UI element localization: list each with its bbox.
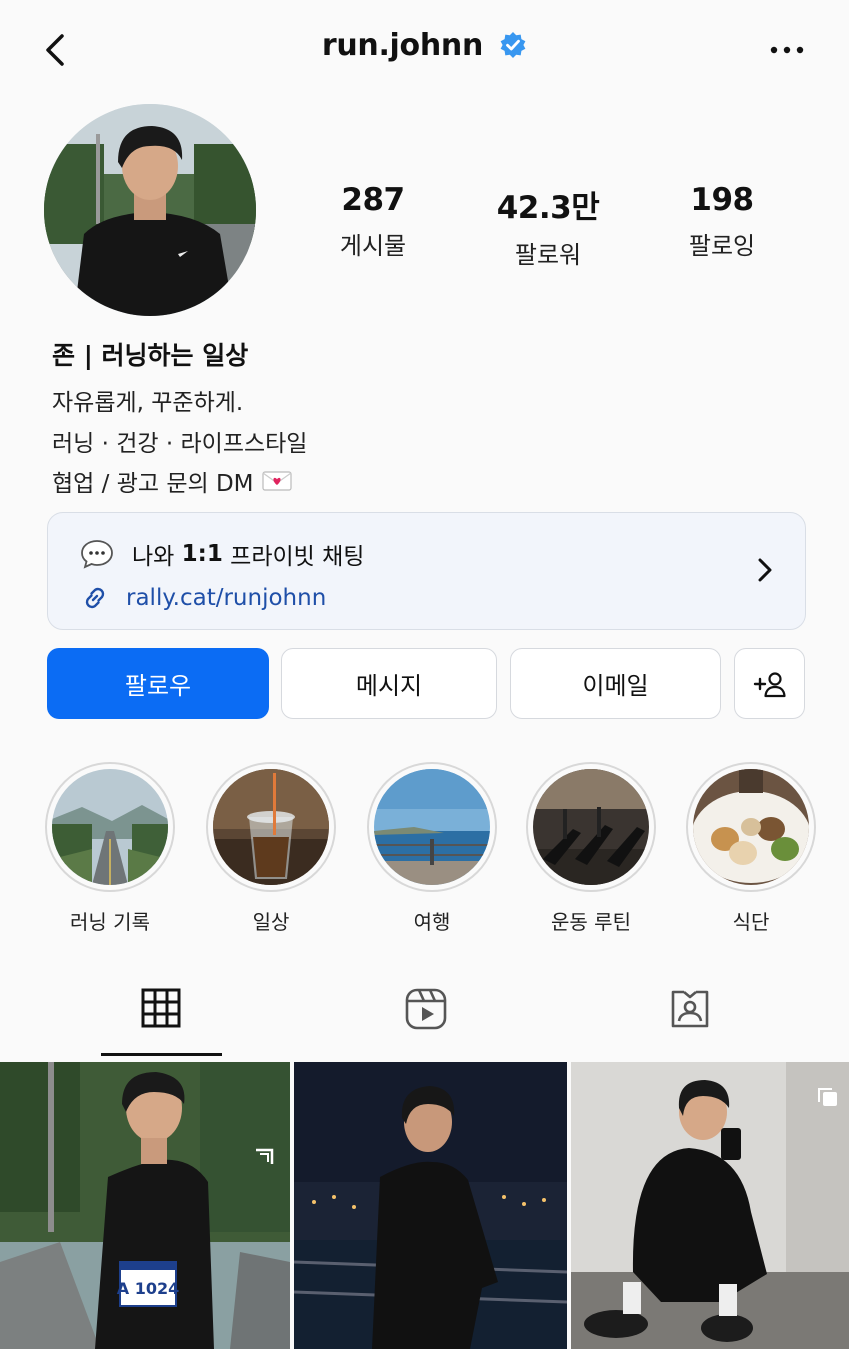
bio-line-2: 러닝 · 건강 · 라이프스타일 bbox=[52, 431, 308, 457]
highlight-label: 일상 bbox=[252, 910, 290, 934]
post-tile[interactable] bbox=[294, 1062, 567, 1349]
profile-link-url: rally.cat/runjohnn bbox=[126, 585, 327, 611]
following-label: 팔로잉 bbox=[688, 232, 756, 260]
email-button[interactable]: 이메일 bbox=[510, 648, 721, 719]
chat-prefix: 나와 bbox=[132, 544, 182, 570]
link-card[interactable]: 나와 1:1 프라이빗 채팅 rally.cat/runjohnn bbox=[47, 512, 806, 630]
follow-button[interactable]: 팔로우 bbox=[47, 648, 269, 719]
highlight-running[interactable]: 러닝 기록 bbox=[45, 762, 175, 935]
chevron-right-icon bbox=[758, 558, 772, 582]
profile-avatar[interactable] bbox=[44, 104, 256, 316]
link-icon bbox=[85, 587, 105, 609]
stat-followers[interactable]: 42.3만 팔로워 bbox=[473, 182, 623, 270]
top-bar: run.johnn bbox=[0, 0, 849, 100]
bio-line-3-text: 협업 / 광고 문의 DM bbox=[52, 471, 254, 497]
stat-posts[interactable]: 287 게시물 bbox=[298, 182, 448, 261]
highlight-ring bbox=[45, 762, 175, 892]
highlight-cover bbox=[693, 769, 809, 885]
post-photo bbox=[571, 1062, 849, 1349]
tagged-icon bbox=[671, 990, 709, 1028]
highlight-cover bbox=[374, 769, 490, 885]
post-tile[interactable]: A 1024 bbox=[0, 1062, 290, 1349]
race-bib-number: A 1024 bbox=[117, 1279, 179, 1298]
profile-link[interactable]: rally.cat/runjohnn bbox=[80, 583, 326, 613]
followers-label: 팔로워 bbox=[514, 241, 582, 269]
tab-reels[interactable] bbox=[366, 988, 486, 1060]
private-chat-line: 나와 1:1 프라이빗 채팅 bbox=[80, 537, 364, 571]
highlight-ring bbox=[206, 762, 336, 892]
grid-icon bbox=[141, 988, 181, 1028]
more-dots-icon[interactable] bbox=[769, 38, 805, 62]
highlight-cover bbox=[52, 769, 168, 885]
username-title: run.johnn bbox=[0, 28, 849, 63]
display-name: 존 | 러닝하는 일상 bbox=[52, 341, 249, 370]
chat-bold: 1:1 bbox=[181, 541, 223, 567]
love-letter-icon bbox=[261, 471, 292, 491]
posts-label: 게시물 bbox=[339, 232, 407, 260]
highlight-diet[interactable]: 식단 bbox=[686, 762, 816, 935]
highlight-cover bbox=[533, 769, 649, 885]
message-button[interactable]: 메시지 bbox=[281, 648, 497, 719]
highlight-label: 운동 루틴 bbox=[551, 910, 631, 934]
chat-bubble-icon bbox=[81, 540, 113, 569]
username: run.johnn bbox=[321, 28, 484, 63]
stat-following[interactable]: 198 팔로잉 bbox=[647, 182, 797, 261]
tab-grid[interactable] bbox=[101, 988, 221, 1060]
post-tile[interactable] bbox=[571, 1062, 849, 1349]
posts-count: 287 bbox=[341, 182, 405, 218]
tab-tagged[interactable] bbox=[630, 988, 750, 1060]
add-user-icon bbox=[753, 671, 786, 697]
highlight-daily[interactable]: 일상 bbox=[206, 762, 336, 935]
highlight-workout-routine[interactable]: 운동 루틴 bbox=[526, 762, 656, 935]
reels-icon bbox=[405, 988, 447, 1030]
bio-line-1: 자유롭게, 꾸준하게. bbox=[52, 390, 244, 416]
highlight-label: 여행 bbox=[413, 910, 451, 934]
following-count: 198 bbox=[690, 182, 754, 218]
add-user-button[interactable] bbox=[734, 648, 805, 719]
highlight-label: 러닝 기록 bbox=[70, 910, 150, 934]
highlight-cover bbox=[213, 769, 329, 885]
avatar-photo bbox=[44, 104, 256, 316]
post-photo: A 1024 bbox=[0, 1062, 290, 1349]
chat-suffix: 프라이빗 채팅 bbox=[222, 544, 365, 570]
verified-badge-icon bbox=[500, 32, 526, 58]
highlight-travel[interactable]: 여행 bbox=[367, 762, 497, 935]
active-tab-indicator bbox=[101, 1053, 222, 1056]
highlight-ring bbox=[367, 762, 497, 892]
bio-line-3: 협업 / 광고 문의 DM bbox=[52, 464, 292, 498]
followers-count: 42.3만 bbox=[496, 190, 600, 226]
post-photo bbox=[294, 1062, 567, 1349]
highlight-ring bbox=[526, 762, 656, 892]
highlight-label: 식단 bbox=[732, 910, 770, 934]
highlight-ring bbox=[686, 762, 816, 892]
